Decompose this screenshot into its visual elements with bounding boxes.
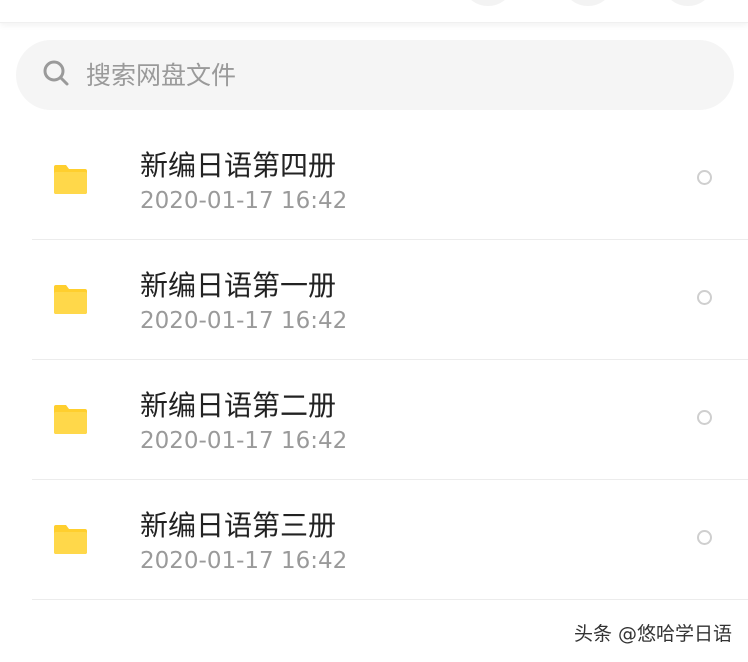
row-divider — [32, 599, 748, 600]
select-radio[interactable] — [697, 530, 712, 545]
watermark: 头条 @悠哈学日语 — [573, 623, 732, 645]
file-date: 2020-01-17 16:42 — [140, 428, 348, 454]
toolbar-button-partial[interactable] — [566, 0, 610, 6]
top-toolbar — [0, 0, 748, 23]
folder-icon — [54, 525, 87, 554]
file-row[interactable]: 新编日语第二册 2020-01-17 16:42 — [0, 360, 748, 480]
file-name: 新编日语第四册 — [140, 149, 337, 182]
select-radio[interactable] — [697, 410, 712, 425]
search-icon — [42, 59, 70, 91]
file-row[interactable]: 新编日语第三册 2020-01-17 16:42 — [0, 480, 748, 600]
file-row[interactable]: 新编日语第一册 2020-01-17 16:42 — [0, 240, 748, 360]
folder-icon — [54, 285, 87, 314]
file-list: 新编日语第四册 2020-01-17 16:42 新编日语第一册 2020-01… — [0, 120, 748, 600]
search-bar[interactable] — [16, 40, 734, 110]
file-date: 2020-01-17 16:42 — [140, 188, 348, 214]
toolbar-button-partial[interactable] — [466, 0, 510, 6]
file-date: 2020-01-17 16:42 — [140, 308, 348, 334]
select-radio[interactable] — [697, 290, 712, 305]
file-row[interactable]: 新编日语第四册 2020-01-17 16:42 — [0, 120, 748, 240]
file-date: 2020-01-17 16:42 — [140, 548, 348, 574]
file-name: 新编日语第三册 — [140, 509, 337, 542]
folder-icon — [54, 165, 87, 194]
select-radio[interactable] — [697, 170, 712, 185]
toolbar-button-partial[interactable] — [666, 0, 710, 6]
folder-icon — [54, 405, 87, 434]
file-name: 新编日语第一册 — [140, 269, 337, 302]
file-name: 新编日语第二册 — [140, 389, 337, 422]
search-input[interactable] — [84, 59, 688, 91]
